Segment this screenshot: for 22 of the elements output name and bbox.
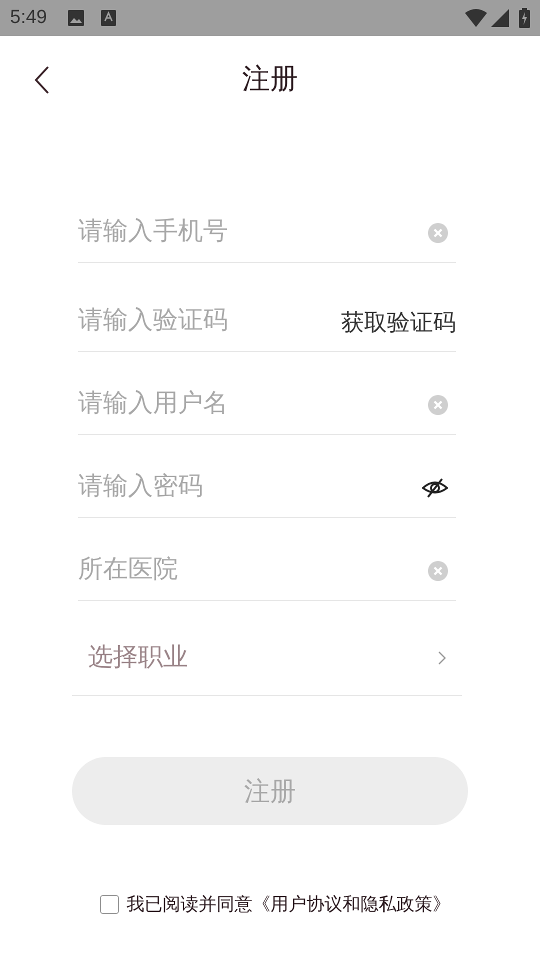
agreement-checkbox[interactable] <box>100 895 118 914</box>
input-field[interactable]: 请输入手机号 <box>78 213 428 253</box>
input-field[interactable]: 请输入验证码 <box>78 302 341 342</box>
page-title: 注册 <box>242 62 298 96</box>
signal-icon <box>491 9 509 27</box>
clear-icon[interactable] <box>428 561 448 581</box>
occupation-select[interactable]: 选择职业 <box>72 621 462 696</box>
input-field[interactable]: 请输入密码 <box>78 468 422 508</box>
clear-icon[interactable] <box>428 395 448 415</box>
keyboard-icon <box>100 10 116 26</box>
back-icon[interactable] <box>34 66 50 94</box>
get-code-button[interactable]: 获取验证码 <box>341 304 456 340</box>
status-time: 5:49 <box>10 6 47 30</box>
eye-hidden-icon[interactable] <box>422 477 448 499</box>
chevron-right-icon <box>438 651 446 665</box>
wifi-icon <box>465 9 487 27</box>
clear-icon[interactable] <box>428 223 448 243</box>
battery-icon <box>519 8 530 28</box>
input-field[interactable]: 所在医院 <box>78 551 428 591</box>
input-field[interactable]: 请输入用户名 <box>78 385 428 425</box>
agreement-text: 我已阅读并同意《用户协议和隐私政策》 <box>126 893 450 916</box>
image-icon <box>66 9 85 27</box>
